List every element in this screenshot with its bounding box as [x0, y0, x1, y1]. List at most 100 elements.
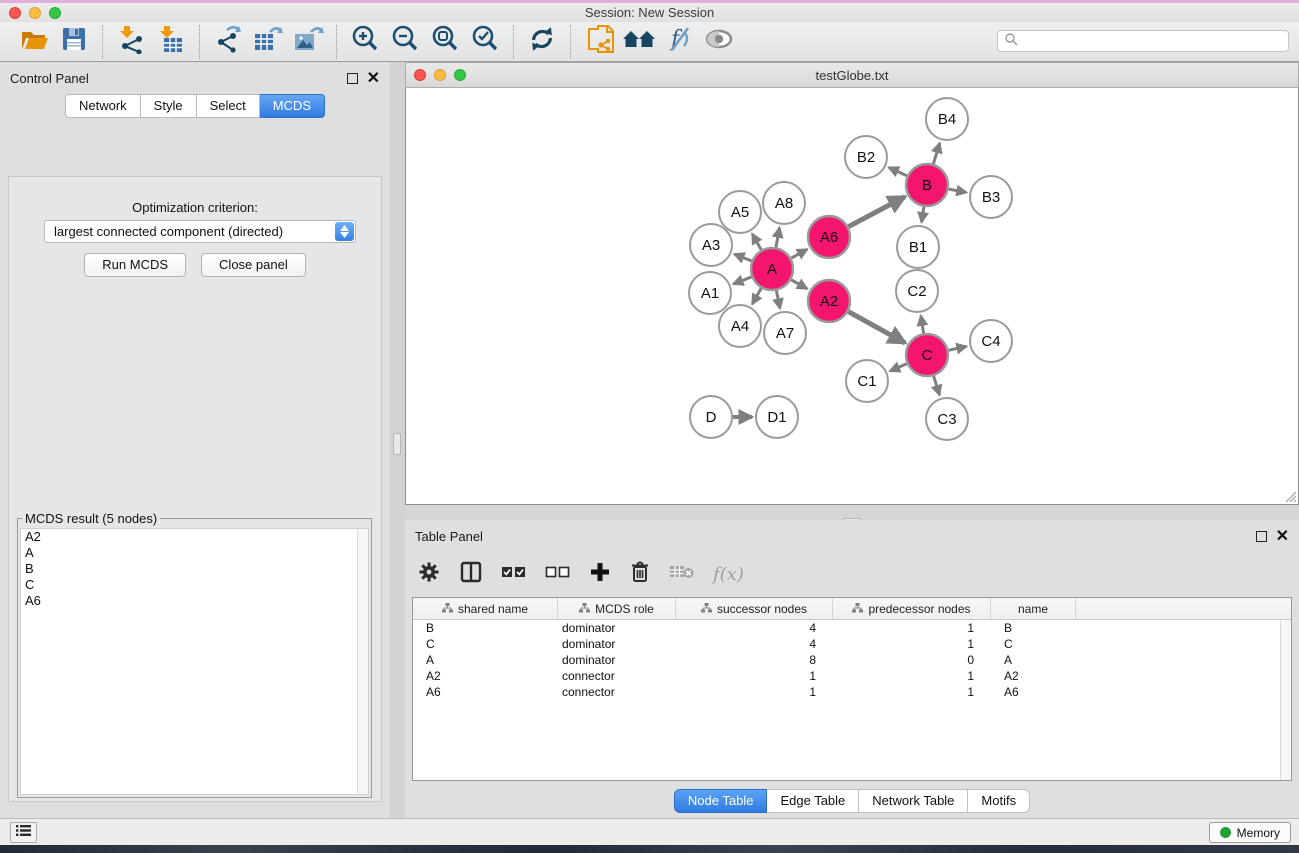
column-header-predecessor-nodes[interactable]: predecessor nodes	[833, 598, 991, 620]
table-cell[interactable]: 1	[676, 668, 833, 684]
graph-edge-A6-B[interactable]	[848, 197, 904, 227]
table-cell[interactable]: 4	[676, 636, 833, 652]
tab-style[interactable]: Style	[141, 94, 197, 118]
graph-edge-B-B1[interactable]	[922, 207, 924, 222]
toggle-graphics-details-button[interactable]: f	[659, 25, 699, 59]
run-mcds-button[interactable]: Run MCDS	[84, 253, 186, 277]
table-cell[interactable]: B	[991, 620, 1076, 636]
delete-column-button[interactable]	[629, 559, 651, 589]
graph-edge-C-C4[interactable]	[948, 346, 966, 350]
table-cell[interactable]: A	[991, 652, 1076, 668]
table-cell[interactable]: connector	[558, 684, 676, 700]
column-header-shared-name[interactable]: shared name	[413, 598, 558, 620]
search-field[interactable]	[997, 30, 1289, 52]
export-table-button[interactable]	[248, 25, 288, 59]
network-canvas[interactable]: B4B2BB3A8A5A6A3B1AC2A1A2A4A7C4CC1DD1C3	[405, 88, 1299, 505]
table-cell[interactable]: 1	[833, 668, 991, 684]
tab-edge-table[interactable]: Edge Table	[767, 789, 859, 813]
table-row[interactable]: A2connector11A2	[413, 668, 1291, 684]
refresh-view-button[interactable]	[522, 25, 562, 59]
table-float-panel-icon[interactable]	[1256, 531, 1267, 542]
close-panel-icon[interactable]: ✕	[367, 73, 380, 84]
search-input[interactable]	[1018, 34, 1288, 48]
new-network-from-selection-button[interactable]	[579, 25, 619, 59]
float-panel-icon[interactable]	[347, 73, 358, 84]
task-history-button[interactable]	[10, 822, 37, 843]
memory-button[interactable]: Memory	[1209, 822, 1291, 843]
table-cell[interactable]: C	[991, 636, 1076, 652]
close-panel-button[interactable]: Close panel	[201, 253, 306, 277]
graph-edge-B-B3[interactable]	[949, 189, 967, 192]
table-cell[interactable]: A	[413, 652, 558, 668]
graph-edge-A-A2[interactable]	[791, 280, 807, 289]
table-cell[interactable]: A2	[991, 668, 1076, 684]
table-cell[interactable]: A6	[413, 684, 558, 700]
tab-node-table[interactable]: Node Table	[674, 789, 768, 813]
mcds-result-item[interactable]: A	[21, 545, 368, 561]
mcds-result-item[interactable]: A6	[21, 593, 368, 609]
import-network-button[interactable]	[111, 25, 151, 59]
table-cell[interactable]: B	[413, 620, 558, 636]
mcds-result-item[interactable]: A2	[21, 529, 368, 545]
table-cell[interactable]: 1	[676, 684, 833, 700]
criterion-dropdown[interactable]: largest connected component (directed)	[44, 220, 356, 243]
save-session-button[interactable]	[54, 25, 94, 59]
export-image-button[interactable]	[288, 25, 328, 59]
graph-edge-C-C1[interactable]	[890, 364, 907, 371]
tab-network-table[interactable]: Network Table	[859, 789, 968, 813]
resize-grip-icon[interactable]	[1282, 488, 1296, 502]
tab-mcds[interactable]: MCDS	[260, 94, 325, 118]
zoom-fit-button[interactable]	[425, 25, 465, 59]
table-scrollbar[interactable]	[1280, 620, 1291, 780]
table-row[interactable]: A6connector11A6	[413, 684, 1291, 700]
vertical-splitter[interactable]	[390, 62, 405, 818]
zoom-out-button[interactable]	[385, 25, 425, 59]
table-cell[interactable]: A2	[413, 668, 558, 684]
unselect-all-button[interactable]	[545, 559, 571, 589]
zoom-in-button[interactable]	[345, 25, 385, 59]
export-network-button[interactable]	[208, 25, 248, 59]
zoom-selected-button[interactable]	[465, 25, 505, 59]
mcds-result-item[interactable]: B	[21, 561, 368, 577]
table-cell[interactable]: 1	[833, 620, 991, 636]
import-table-button[interactable]	[151, 25, 191, 59]
tab-select[interactable]: Select	[197, 94, 260, 118]
graph-edge-C-C3[interactable]	[934, 376, 940, 395]
table-settings-button[interactable]	[417, 559, 441, 589]
graph-edge-A-A5[interactable]	[752, 234, 761, 250]
table-row[interactable]: Adominator80A	[413, 652, 1291, 668]
table-cell[interactable]: connector	[558, 668, 676, 684]
column-header-mcds-role[interactable]: MCDS role	[558, 598, 676, 620]
vertical-splitter-handle[interactable]	[393, 433, 401, 455]
show-hide-panel-button[interactable]	[699, 25, 739, 59]
graph-edge-B-B4[interactable]	[933, 143, 939, 164]
network-window-titlebar[interactable]: testGlobe.txt	[405, 62, 1299, 88]
open-session-button[interactable]	[14, 25, 54, 59]
graph-edge-A-A8[interactable]	[776, 228, 780, 248]
graph-edge-A2-C[interactable]	[848, 312, 905, 343]
table-row[interactable]: Bdominator41B	[413, 620, 1291, 636]
graph-edge-B-B2[interactable]	[889, 167, 907, 175]
table-cell[interactable]: 8	[676, 652, 833, 668]
graph-edge-A-A4[interactable]	[752, 288, 761, 304]
table-cell[interactable]: 1	[833, 636, 991, 652]
table-cell[interactable]: 1	[833, 684, 991, 700]
table-cell[interactable]: dominator	[558, 652, 676, 668]
tab-motifs[interactable]: Motifs	[968, 789, 1030, 813]
graph-edge-A-A6[interactable]	[791, 249, 807, 258]
table-close-panel-icon[interactable]: ✕	[1276, 531, 1289, 542]
home-button[interactable]	[619, 25, 659, 59]
column-header-successor-nodes[interactable]: successor nodes	[676, 598, 833, 620]
result-list-scrollbar[interactable]	[357, 529, 368, 794]
add-column-button[interactable]	[589, 559, 611, 589]
mcds-result-item[interactable]: C	[21, 577, 368, 593]
table-cell[interactable]: dominator	[558, 636, 676, 652]
graph-edge-A-A3[interactable]	[734, 254, 751, 261]
graph-edge-A-A7[interactable]	[776, 291, 780, 309]
table-cell[interactable]: A6	[991, 684, 1076, 700]
show-column-button[interactable]	[459, 559, 483, 589]
table-cell[interactable]: 4	[676, 620, 833, 636]
tab-network[interactable]: Network	[65, 94, 141, 118]
delete-table-button[interactable]	[669, 559, 695, 589]
graph-edge-A-A1[interactable]	[733, 277, 751, 284]
